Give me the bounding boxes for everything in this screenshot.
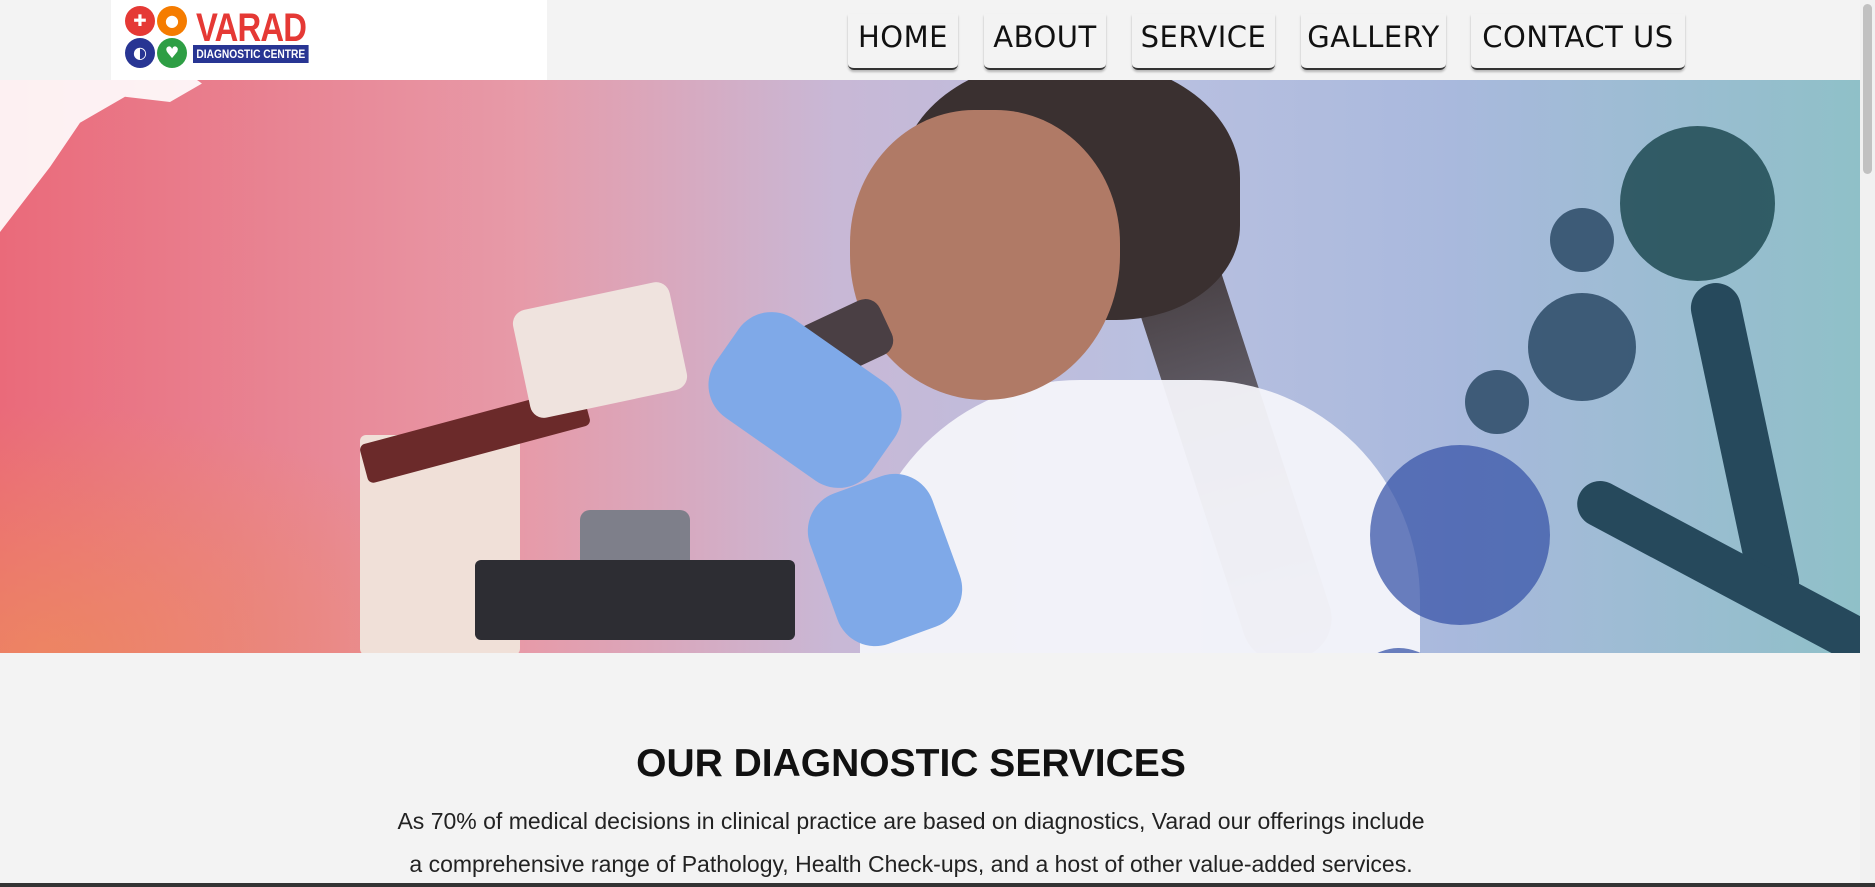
- nav-contact-us[interactable]: CONTACT US: [1471, 14, 1685, 70]
- decorative-dot: [1465, 370, 1529, 434]
- decorative-dot: [1528, 293, 1636, 401]
- hero-white-splash: [0, 80, 260, 284]
- nav-gallery[interactable]: GALLERY: [1301, 14, 1446, 70]
- main-nav: HOME ABOUT SERVICE GALLERY CONTACT US: [0, 0, 1875, 80]
- nav-about[interactable]: ABOUT: [984, 14, 1106, 70]
- services-description: As 70% of medical decisions in clinical …: [0, 800, 1822, 886]
- vertical-scrollbar[interactable]: [1860, 0, 1875, 887]
- scrollbar-thumb[interactable]: [1863, 4, 1872, 174]
- decorative-dot: [1620, 126, 1775, 281]
- services-heading: OUR DIAGNOSTIC SERVICES: [636, 742, 1186, 785]
- decorative-dot: [1550, 208, 1614, 272]
- microscope-head: [510, 279, 690, 421]
- microscope-stage: [475, 560, 795, 640]
- scientist-face: [850, 110, 1120, 400]
- hero-banner: [0, 80, 1860, 653]
- nav-home[interactable]: HOME: [848, 14, 958, 70]
- services-description-line: As 70% of medical decisions in clinical …: [397, 808, 1425, 834]
- nav-service[interactable]: SERVICE: [1132, 14, 1275, 70]
- decorative-stroke: [1569, 472, 1860, 653]
- window-bottom-edge: [0, 883, 1875, 887]
- services-description-line: a comprehensive range of Pathology, Heal…: [409, 851, 1413, 877]
- decorative-dot: [1370, 445, 1550, 625]
